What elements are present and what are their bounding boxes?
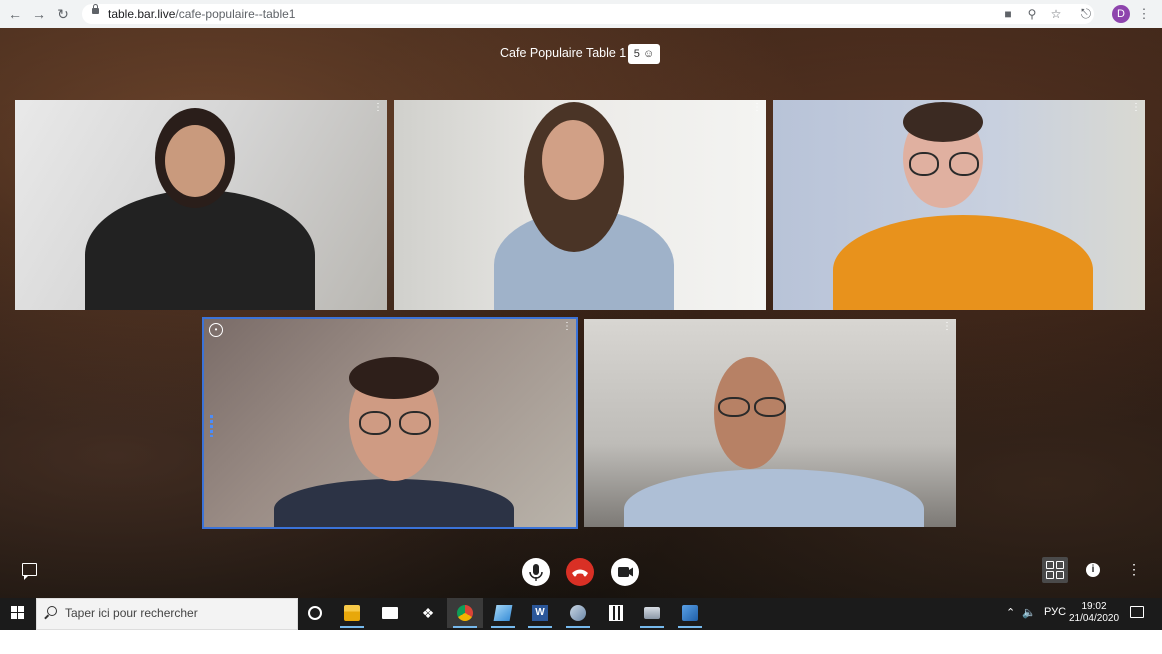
- camera-button[interactable]: [611, 558, 639, 586]
- participant-count-badge[interactable]: 5 ☺: [628, 44, 660, 64]
- zoom-icon[interactable]: ⚲: [1024, 5, 1040, 23]
- notification-icon[interactable]: [1130, 606, 1144, 618]
- dropbox-button[interactable]: ❖: [410, 598, 446, 628]
- browser-toolbar: ← → ↻ table.bar.live/cafe-populaire--tab…: [0, 0, 1162, 29]
- url-text[interactable]: table.bar.live/cafe-populaire--table1: [108, 7, 295, 21]
- chrome-icon: [457, 605, 473, 621]
- video-camera-icon: [618, 567, 633, 577]
- chat-icon[interactable]: [22, 563, 37, 580]
- folder-icon: [344, 605, 360, 621]
- search-icon: [47, 606, 57, 616]
- language-indicator[interactable]: РУС: [1044, 606, 1066, 618]
- video-tile-2[interactable]: ⋮: [394, 100, 766, 310]
- clock-date: 21/04/2020: [1068, 613, 1120, 624]
- address-bar[interactable]: table.bar.live/cafe-populaire--table1 ■ …: [82, 4, 1094, 24]
- camera-permission-icon[interactable]: ■: [1000, 5, 1016, 23]
- grid-view-icon: [1046, 561, 1054, 569]
- phone-hangup-icon: [572, 569, 588, 577]
- network-app-button[interactable]: [672, 598, 708, 628]
- pen-app-button[interactable]: [560, 598, 596, 628]
- word-button[interactable]: W: [522, 598, 558, 628]
- mail-icon: [382, 607, 398, 619]
- tile-menu-icon[interactable]: ⋮: [1131, 103, 1141, 113]
- disk-app-button[interactable]: [634, 598, 670, 628]
- bookmark-star-icon[interactable]: ☆: [1048, 5, 1064, 23]
- pin-icon[interactable]: •: [209, 323, 223, 337]
- forward-arrow-icon[interactable]: →: [30, 5, 48, 23]
- back-arrow-icon[interactable]: ←: [6, 5, 24, 23]
- more-options-icon[interactable]: ⋮: [1127, 562, 1141, 576]
- room-title: Cafe Populaire Table 1: [500, 46, 627, 60]
- reload-icon[interactable]: ↻: [54, 5, 72, 23]
- tile-menu-icon[interactable]: ⋮: [752, 103, 762, 113]
- volume-icon[interactable]: 🔈: [1022, 606, 1036, 619]
- task-view-icon: [308, 606, 322, 620]
- hang-up-button[interactable]: [566, 558, 594, 586]
- tray-chevron-icon[interactable]: ⌃: [1006, 606, 1015, 619]
- chrome-button[interactable]: [447, 598, 483, 628]
- microphone-button[interactable]: [522, 558, 550, 586]
- word-icon: W: [532, 605, 548, 621]
- system-clock[interactable]: 19:02 21/04/2020: [1066, 601, 1122, 625]
- video-tile-4[interactable]: • ⋮: [202, 317, 578, 529]
- page-bottom-margin: [0, 630, 1162, 654]
- blue-app-button[interactable]: [485, 598, 521, 628]
- tile-menu-icon[interactable]: ⋮: [373, 103, 383, 113]
- info-icon[interactable]: i: [1086, 563, 1100, 577]
- taskbar-search[interactable]: [36, 598, 298, 630]
- mail-button[interactable]: [372, 598, 408, 628]
- calculator-icon: [609, 605, 623, 621]
- file-explorer-button[interactable]: [334, 598, 370, 628]
- disk-app-icon: [644, 607, 660, 619]
- profile-avatar[interactable]: D: [1112, 5, 1130, 23]
- video-tile-1[interactable]: ⋮: [15, 100, 387, 310]
- people-icon: ☺: [642, 48, 655, 60]
- lock-icon: [92, 4, 99, 14]
- browser-menu-icon[interactable]: ⋮: [1136, 5, 1152, 23]
- dropbox-icon: ❖: [421, 605, 435, 621]
- video-tile-5[interactable]: ⋮: [584, 319, 956, 527]
- clock-time: 19:02: [1081, 601, 1107, 612]
- taskbar-search-input[interactable]: [65, 604, 285, 622]
- task-view-button[interactable]: [296, 598, 332, 628]
- windows-taskbar: ❖ W ⌃ 🔈 РУС 19:02 21/04/2020: [0, 598, 1162, 630]
- microphone-icon: [529, 564, 543, 581]
- participant-count: 5: [633, 48, 640, 60]
- grid-view-button[interactable]: [1042, 557, 1068, 583]
- windows-start-icon[interactable]: [11, 606, 25, 620]
- calculator-button[interactable]: [597, 598, 633, 628]
- video-tile-3[interactable]: ⋮: [773, 100, 1145, 310]
- meeting-stage: Cafe Populaire Table 1 5 ☺ ⋮ ⋮ ⋮ • ⋮ ⋮ i…: [0, 28, 1162, 598]
- network-app-icon: [682, 605, 698, 621]
- extension-icon[interactable]: ⎋: [1078, 5, 1094, 23]
- audio-indicator: [210, 415, 213, 437]
- pen-app-icon: [570, 605, 586, 621]
- blue-app-icon: [493, 605, 513, 621]
- tile-menu-icon[interactable]: ⋮: [562, 322, 572, 332]
- tile-menu-icon[interactable]: ⋮: [942, 322, 952, 332]
